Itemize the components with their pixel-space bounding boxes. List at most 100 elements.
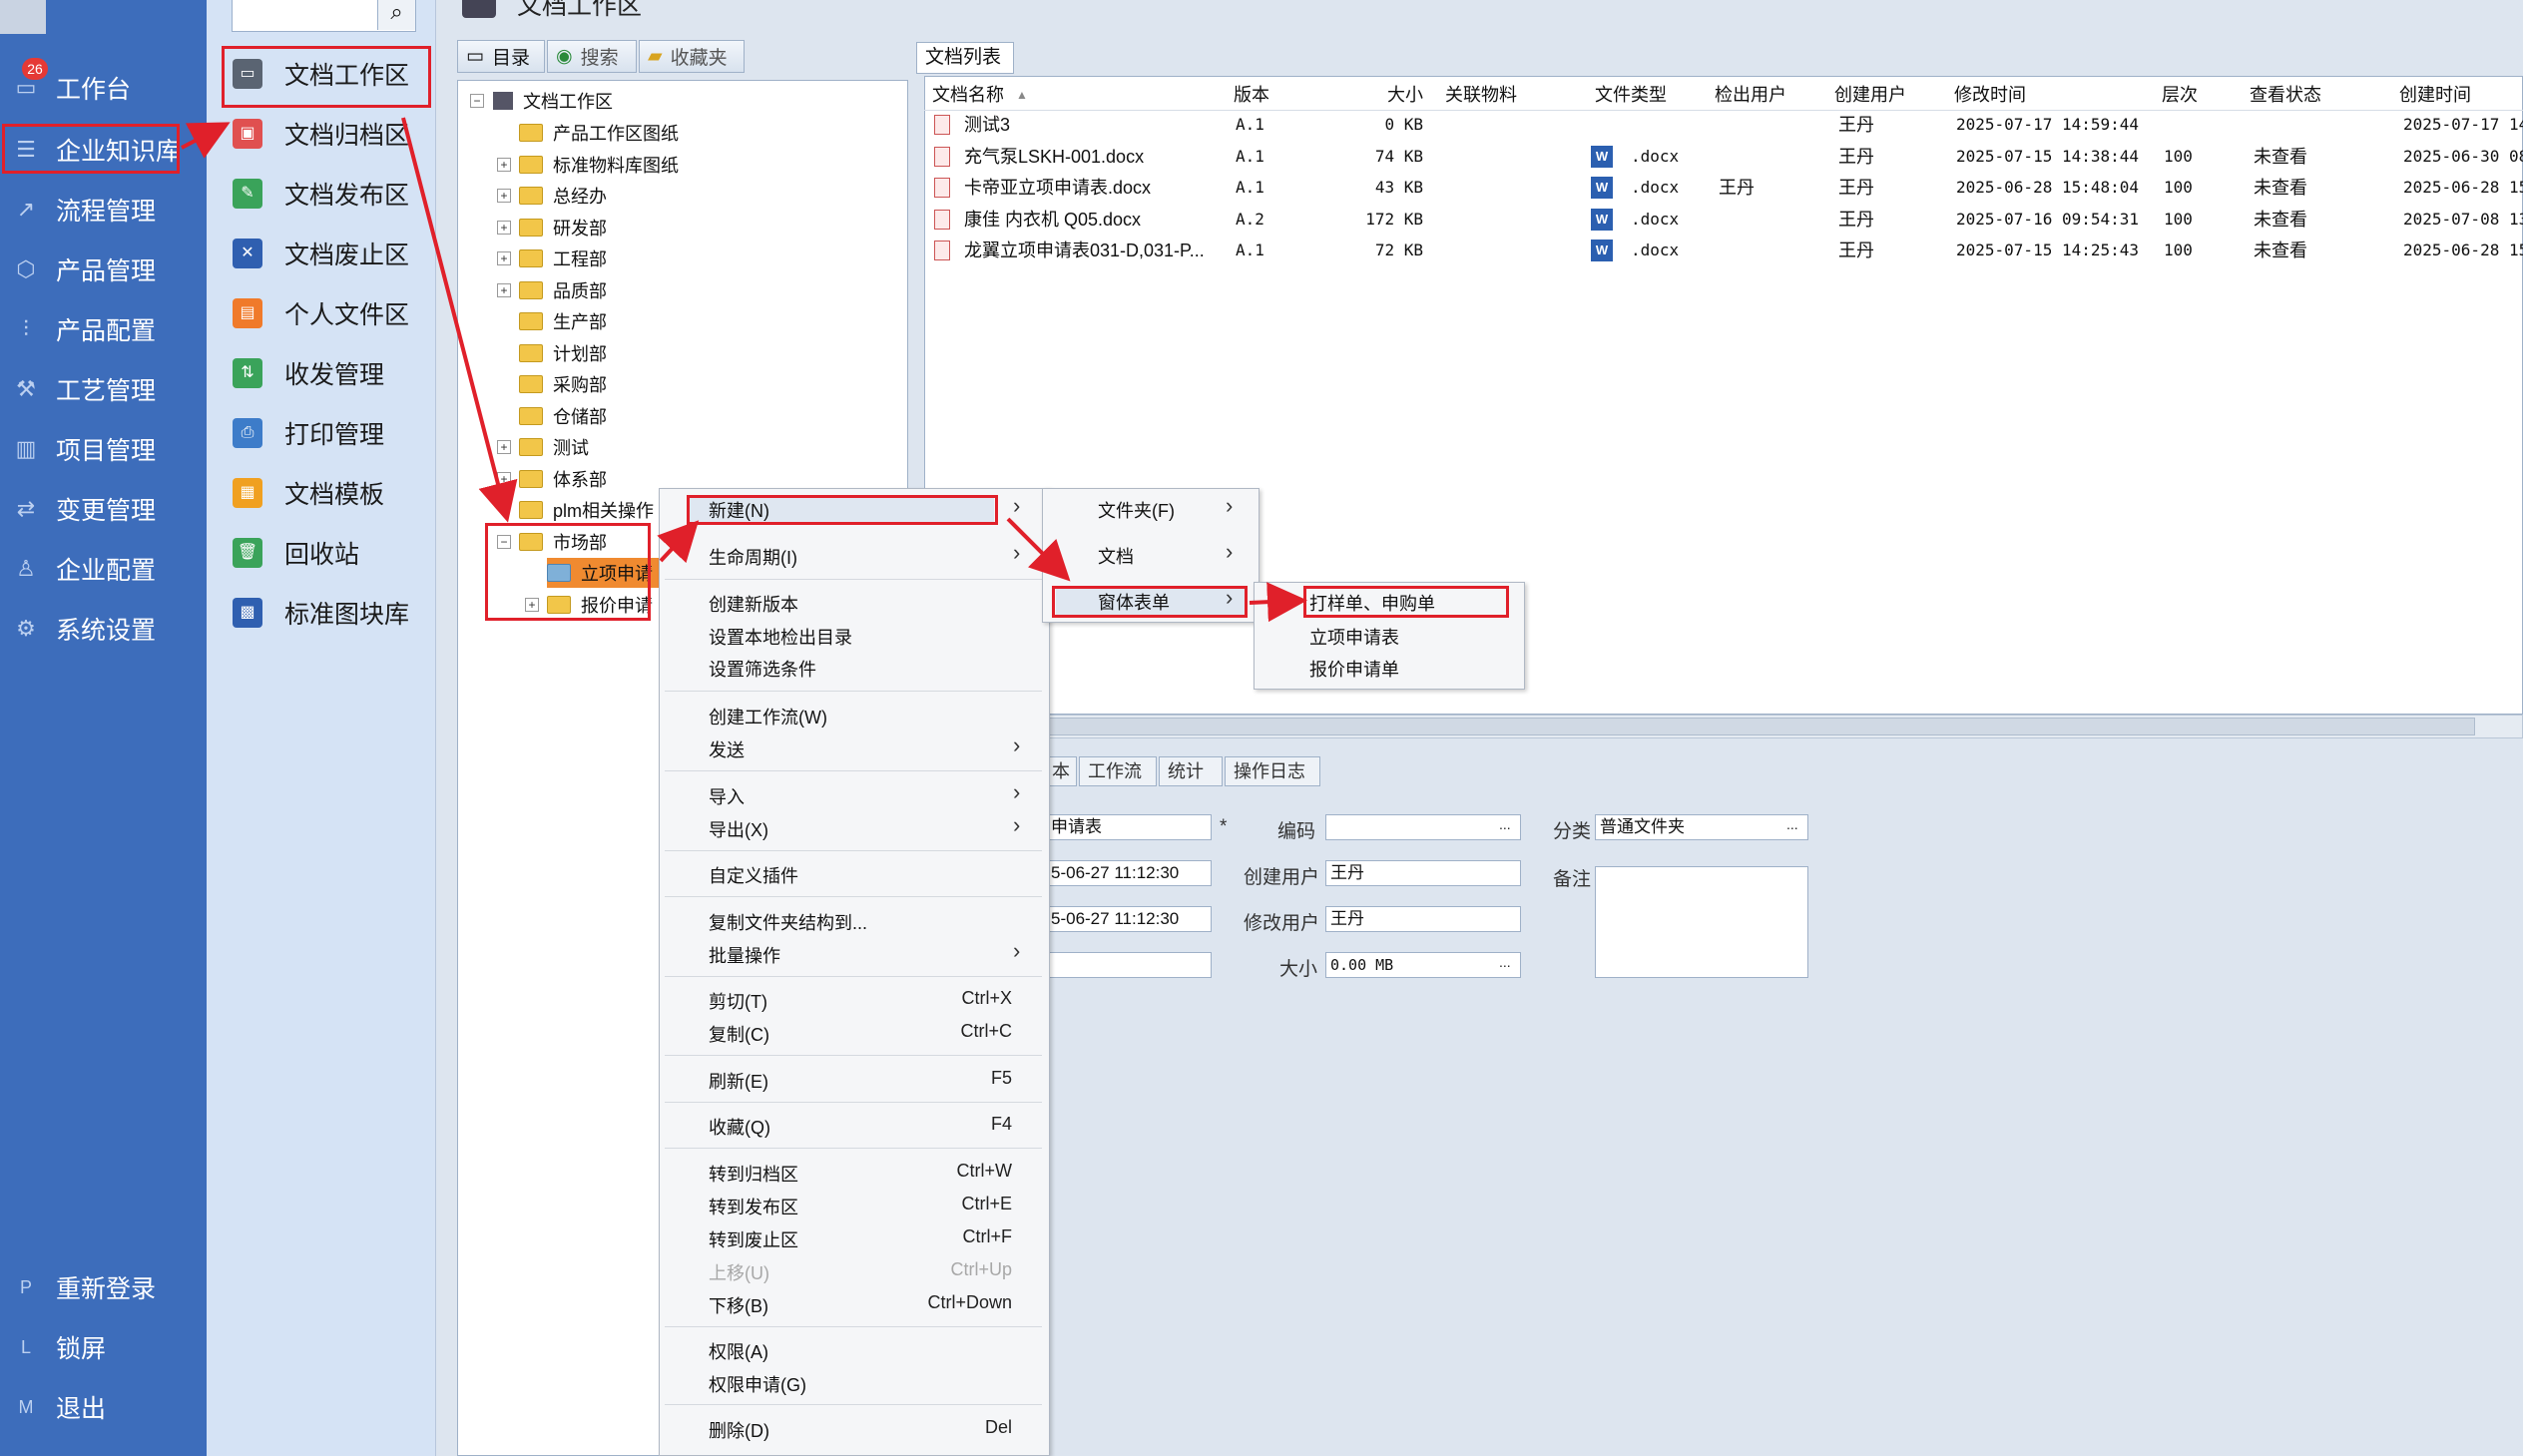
menu-item-new-document[interactable]: 文档 [1098,543,1134,569]
tab-statistics[interactable]: 统计 [1159,756,1223,786]
context-menu-item[interactable]: 收藏(Q) [709,1114,770,1140]
tab-workflow[interactable]: 工作流 [1079,756,1157,786]
tree-node[interactable]: 产品工作区图纸 [519,118,679,148]
menu-send-receive[interactable]: ⇅ 收发管理 [230,347,424,399]
column-header[interactable]: 层次 [2162,80,2198,110]
column-header[interactable]: 创建时间 [2399,80,2471,110]
column-header[interactable]: 文档名称 [932,80,1004,110]
context-menu-item[interactable]: 上移(U) [709,1259,769,1285]
menu-doc-archive[interactable]: ▣ 文档归档区 [230,108,424,160]
column-header[interactable]: 大小 [1387,80,1423,110]
menu-item-new-folder[interactable]: 文件夹(F) [1098,497,1175,523]
tab-directory[interactable]: ▭ 目录 [457,40,545,73]
logout-button[interactable]: M 退出 [0,1379,207,1435]
context-menu-item[interactable]: 剪切(T) [709,988,767,1014]
context-menu-item[interactable]: 复制(C) [709,1021,769,1047]
column-header[interactable]: 查看状态 [2250,80,2321,110]
expand-toggle[interactable]: + [497,471,511,486]
tree-node[interactable]: 仓储部 [519,401,607,431]
nav-project[interactable]: ▥ 项目管理 [0,421,207,477]
context-menu-item[interactable]: 生命周期(I) [709,544,797,570]
context-menu-item[interactable]: 发送 [709,736,745,762]
nav-product[interactable]: ⬡ 产品管理 [0,242,207,297]
nav-enterprise-config[interactable]: ♙ 企业配置 [0,541,207,597]
column-header[interactable]: 创建用户 [1834,80,1906,110]
column-header[interactable]: 文件类型 [1595,80,1667,110]
menu-item-quote-apply-form[interactable]: 报价申请单 [1309,656,1399,682]
context-menu-item[interactable]: 导出(X) [709,816,768,842]
size-browse-button[interactable]: ... [1499,954,1511,970]
tree-node[interactable]: 采购部 [519,369,607,399]
nav-change[interactable]: ⇄ 变更管理 [0,481,207,537]
context-menu-item[interactable]: 批量操作 [709,942,780,968]
tree-node[interactable]: 标准物料库图纸 [519,150,679,180]
context-menu-item[interactable]: 转到废止区 [709,1226,798,1252]
expand-toggle[interactable]: + [497,189,511,203]
context-menu-item[interactable]: 转到发布区 [709,1194,798,1219]
context-menu-item[interactable]: 转到归档区 [709,1161,798,1187]
tab-doc-list[interactable]: 文档列表 [916,42,1014,74]
menu-templates[interactable]: ▦ 文档模板 [230,467,424,519]
code-field[interactable] [1325,814,1521,840]
context-menu-item[interactable]: 导入 [709,783,745,809]
category-browse-button[interactable]: ... [1786,816,1798,832]
context-menu-item[interactable]: 设置筛选条件 [709,656,816,682]
tree-root[interactable]: 文档工作区 [493,86,613,116]
context-menu-item[interactable]: 创建新版本 [709,591,798,617]
context-menu-item[interactable]: 刷新(E) [709,1068,768,1094]
tree-node[interactable]: 生产部 [519,306,607,336]
nav-product-config[interactable]: ⫶ 产品配置 [0,301,207,357]
nav-craft[interactable]: ⚒ 工艺管理 [0,361,207,417]
tab-operation-log[interactable]: 操作日志 [1225,756,1320,786]
tree-node[interactable]: 品质部 [519,275,607,305]
expand-toggle[interactable]: + [497,440,511,454]
lock-screen-button[interactable]: L 锁屏 [0,1319,207,1375]
menu-std-blocks[interactable]: ▩ 标准图块库 [230,587,424,639]
context-menu-item[interactable]: 设置本地检出目录 [709,624,852,650]
tree-node[interactable]: 研发部 [519,213,607,243]
context-menu-item[interactable]: 下移(B) [709,1292,768,1318]
expand-toggle[interactable]: + [497,157,511,172]
tree-node[interactable]: 体系部 [519,464,607,494]
menu-personal-files[interactable]: ▤ 个人文件区 [230,287,424,339]
note-field[interactable] [1595,866,1808,978]
category-field[interactable]: 普通文件夹 [1595,814,1808,840]
tree-node[interactable]: 计划部 [519,338,607,368]
context-menu-item[interactable]: 自定义插件 [709,862,798,888]
expand-toggle[interactable]: + [497,282,511,297]
column-header[interactable]: 检出用户 [1715,80,1786,110]
context-menu-item[interactable]: 权限申请(G) [709,1371,806,1397]
name-field[interactable]: 申请表 [1046,814,1212,840]
context-menu-item[interactable]: 权限(A) [709,1338,768,1364]
tab-search[interactable]: ◉ 搜索 [547,40,637,73]
collapse-toggle[interactable]: − [470,94,484,108]
expand-toggle[interactable]: + [497,220,511,235]
empty-field[interactable] [1046,952,1212,978]
column-header[interactable]: 关联物料 [1445,80,1517,110]
nav-workbench[interactable]: ▭ 工作台 [0,60,207,116]
menu-recycle-bin[interactable]: 🗑 回收站 [230,527,424,579]
column-header[interactable]: 版本 [1234,80,1269,110]
tree-node[interactable]: 工程部 [519,243,607,273]
column-header[interactable]: 修改时间 [1954,80,2026,110]
nav-system-settings[interactable]: ⚙ 系统设置 [0,601,207,657]
table-row[interactable] [926,110,2521,140]
menu-doc-publish[interactable]: ✎ 文档发布区 [230,168,424,220]
tab-favorites[interactable]: ▰ 收藏夹 [639,40,745,73]
relogin-button[interactable]: P 重新登录 [0,1259,207,1315]
search-icon[interactable]: ⌕ [377,0,415,30]
context-menu-item[interactable]: 删除(D) [709,1417,769,1443]
menu-print[interactable]: ⎙ 打印管理 [230,407,424,459]
avatar[interactable] [0,0,46,34]
menu-item-project-apply-form[interactable]: 立项申请表 [1309,624,1399,650]
tree-node[interactable]: 总经办 [519,181,607,211]
tree-node[interactable]: plm相关操作 [519,495,654,525]
scrollbar-thumb[interactable] [1048,718,2475,735]
context-menu-item[interactable]: 复制文件夹结构到... [709,909,867,935]
expand-toggle[interactable]: + [497,251,511,265]
menu-doc-obsolete[interactable]: ✕ 文档废止区 [230,228,424,279]
nav-process[interactable]: ↗ 流程管理 [0,182,207,238]
context-menu-item[interactable]: 创建工作流(W) [709,704,827,729]
tree-node[interactable]: 测试 [519,432,589,462]
code-browse-button[interactable]: ... [1499,816,1511,832]
